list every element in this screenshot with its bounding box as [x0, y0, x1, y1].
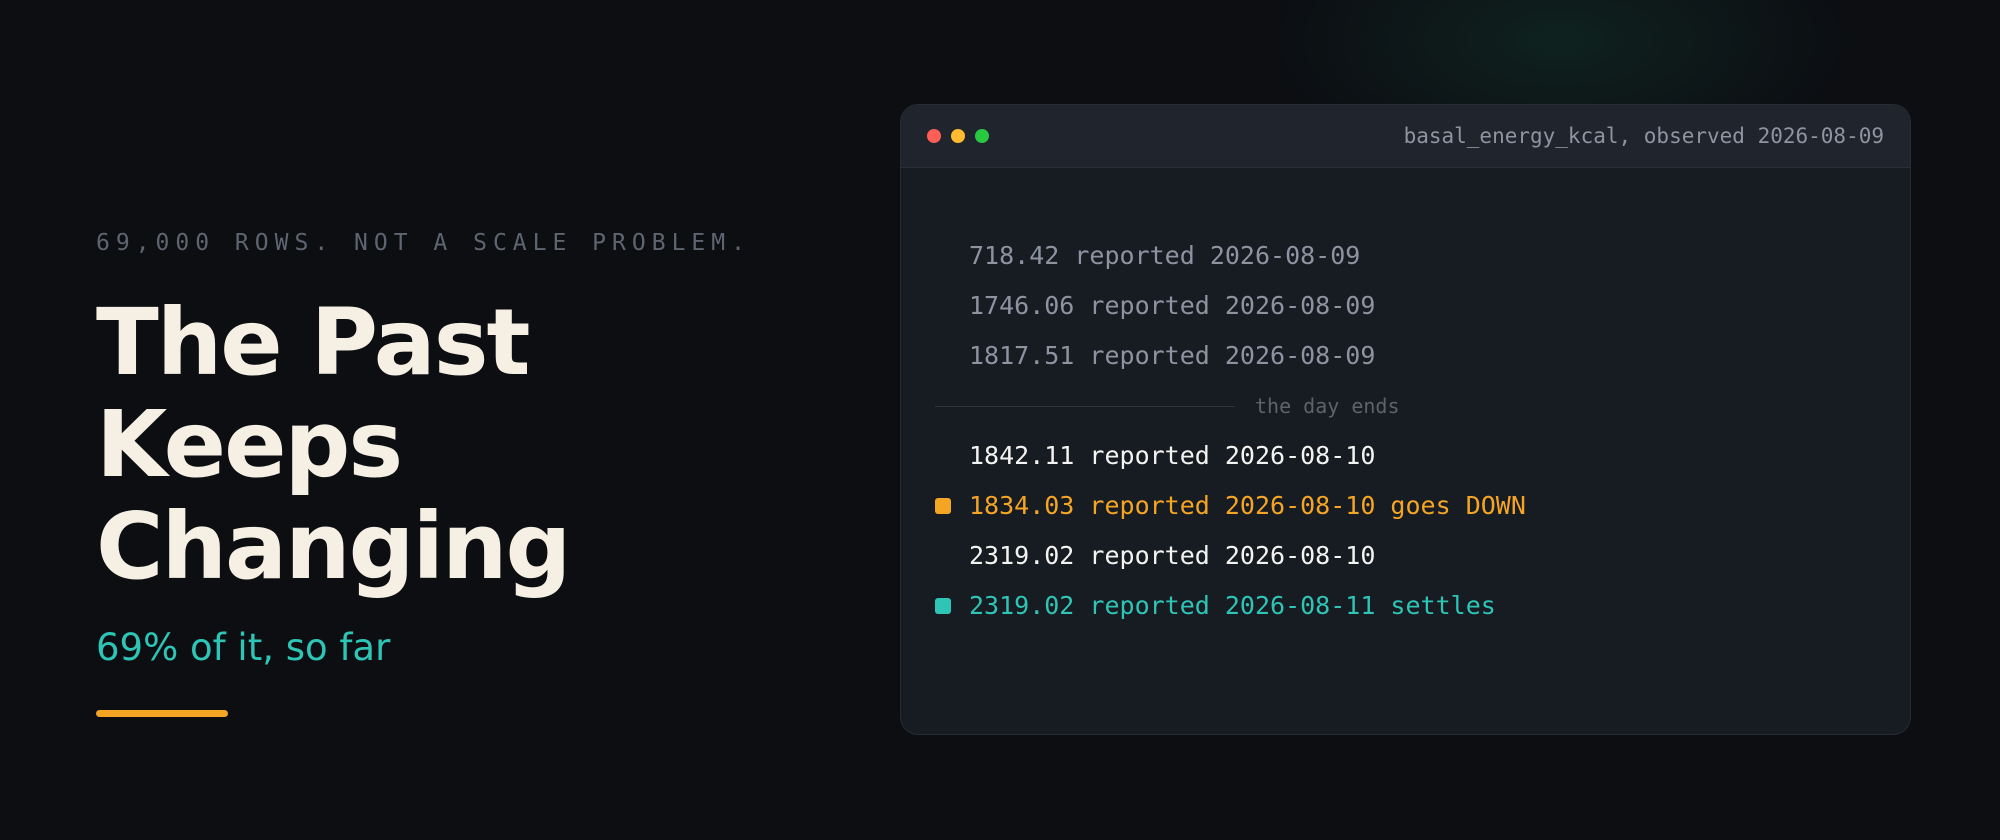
subtitle: 69% of it, so far [96, 626, 391, 669]
day-divider: the day ends [935, 386, 1895, 426]
divider-label: the day ends [1255, 394, 1400, 418]
close-dot-icon [927, 129, 941, 143]
list-item-text: 2319.02 reported 2026-08-11 settles [969, 591, 1496, 620]
accent-bar [96, 710, 228, 717]
terminal-window: basal_energy_kcal, observed 2026-08-09 7… [900, 104, 1911, 735]
list-item: 718.42 reported 2026-08-09 [969, 241, 1361, 270]
orange-square-icon [935, 498, 951, 514]
window-title: basal_energy_kcal, observed 2026-08-09 [1403, 124, 1884, 148]
hero: 69,000 ROWS. NOT A SCALE PROBLEM. The Pa… [96, 228, 856, 717]
list-item: 1746.06 reported 2026-08-09 [969, 291, 1376, 320]
list-item: 1842.11 reported 2026-08-10 [969, 441, 1376, 470]
title-line-1: The Past Keeps [96, 289, 530, 498]
window-titlebar: basal_energy_kcal, observed 2026-08-09 [901, 105, 1910, 168]
minimize-dot-icon [951, 129, 965, 143]
list-item-highlight-settles: 2319.02 reported 2026-08-11 settles [935, 586, 1496, 626]
teal-square-icon [935, 598, 951, 614]
page-title: The Past Keeps Changing [96, 292, 856, 598]
maximize-dot-icon [975, 129, 989, 143]
list-item: 1817.51 reported 2026-08-09 [969, 341, 1376, 370]
divider-line [935, 406, 1235, 407]
eyebrow-text: 69,000 ROWS. NOT A SCALE PROBLEM. [96, 230, 751, 256]
title-line-2: Changing [96, 493, 571, 600]
list-item-highlight-down: 1834.03 reported 2026-08-10 goes DOWN [935, 486, 1526, 526]
list-item: 2319.02 reported 2026-08-10 [969, 541, 1376, 570]
list-item-text: 1834.03 reported 2026-08-10 goes DOWN [969, 491, 1526, 520]
